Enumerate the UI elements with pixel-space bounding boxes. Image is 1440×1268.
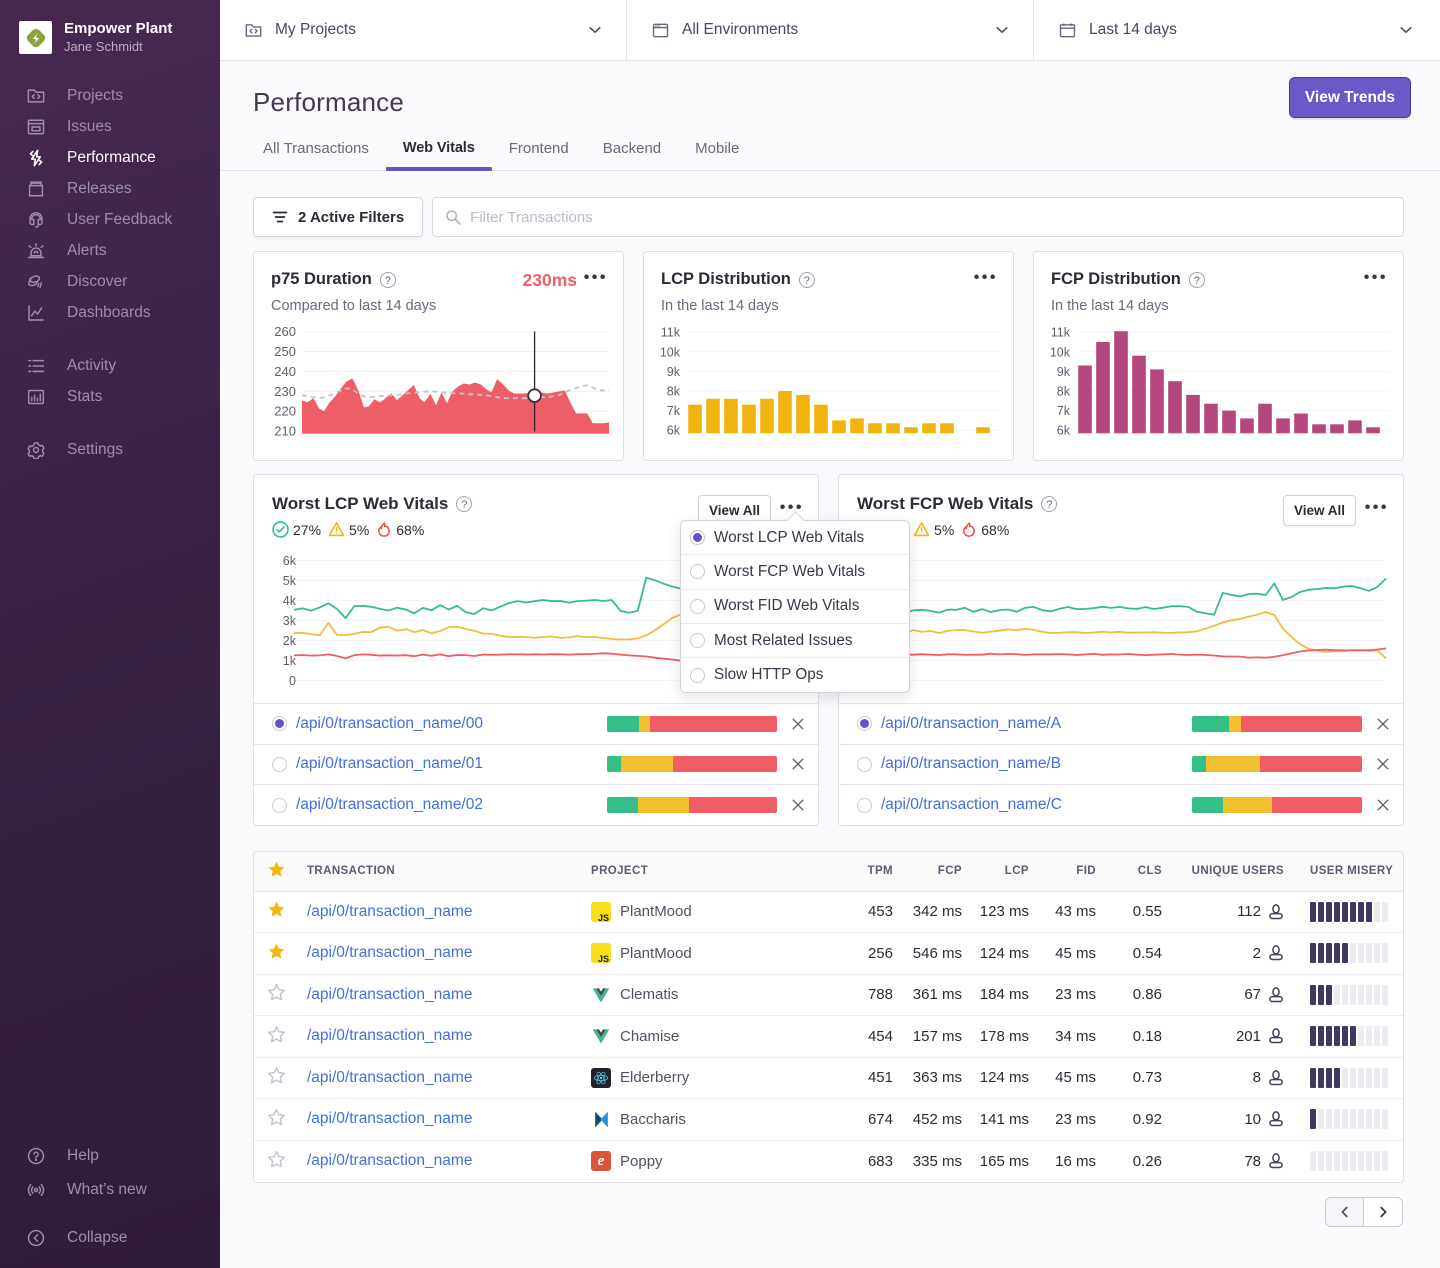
svg-text:6k: 6k bbox=[667, 424, 681, 438]
svg-text:250: 250 bbox=[274, 344, 296, 359]
svg-text:10k: 10k bbox=[660, 345, 681, 359]
svg-text:5k: 5k bbox=[283, 574, 297, 588]
svg-text:0: 0 bbox=[289, 674, 296, 688]
svg-text:7k: 7k bbox=[1057, 404, 1071, 418]
svg-text:220: 220 bbox=[274, 404, 296, 419]
svg-text:9k: 9k bbox=[667, 365, 681, 379]
svg-text:2k: 2k bbox=[283, 634, 297, 648]
svg-text:4k: 4k bbox=[283, 594, 297, 608]
svg-text:10k: 10k bbox=[1050, 345, 1071, 359]
svg-text:210: 210 bbox=[274, 424, 296, 439]
svg-text:8k: 8k bbox=[667, 385, 681, 399]
svg-text:260: 260 bbox=[274, 324, 296, 339]
svg-text:3k: 3k bbox=[283, 614, 297, 628]
svg-text:11k: 11k bbox=[1051, 326, 1071, 340]
svg-text:230: 230 bbox=[274, 384, 296, 399]
svg-text:9k: 9k bbox=[1057, 365, 1071, 379]
svg-text:6k: 6k bbox=[283, 554, 297, 568]
svg-text:8k: 8k bbox=[1057, 385, 1071, 399]
svg-text:11k: 11k bbox=[661, 326, 681, 340]
svg-text:7k: 7k bbox=[667, 404, 681, 418]
svg-text:240: 240 bbox=[274, 364, 296, 379]
svg-text:6k: 6k bbox=[1057, 424, 1071, 438]
